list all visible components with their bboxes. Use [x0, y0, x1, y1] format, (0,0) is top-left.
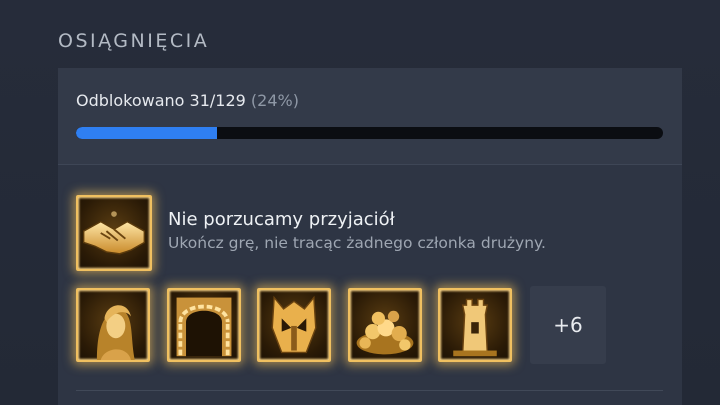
more-achievements-button[interactable]: +6 — [530, 286, 606, 364]
progress-box: Odblokowano 31/129 (24%) — [58, 68, 682, 165]
progress-bar-fill — [76, 127, 217, 139]
tower-icon[interactable] — [438, 288, 512, 362]
featured-achievement-title: Nie porzucamy przyjaciół — [168, 209, 395, 230]
woman-portrait-icon[interactable] — [76, 288, 150, 362]
section-title: OSIĄGNIĘCIA — [58, 30, 210, 52]
treasure-pile-icon[interactable] — [348, 288, 422, 362]
golden-helmet-icon[interactable] — [257, 288, 331, 362]
divider — [76, 390, 663, 391]
progress-bar — [76, 127, 663, 139]
handshake-icon[interactable] — [76, 195, 152, 271]
stone-archway-icon[interactable] — [167, 288, 241, 362]
achievements-panel[interactable]: Odblokowano 31/129 (24%) Nie porzucamy p… — [58, 68, 682, 405]
featured-achievement-description: Ukończ grę, nie tracąc żadnego członka d… — [168, 234, 546, 252]
progress-percent: (24%) — [250, 91, 299, 110]
progress-text: Odblokowano 31/129 (24%) — [76, 91, 299, 110]
progress-label: Odblokowano 31/129 — [76, 91, 246, 110]
